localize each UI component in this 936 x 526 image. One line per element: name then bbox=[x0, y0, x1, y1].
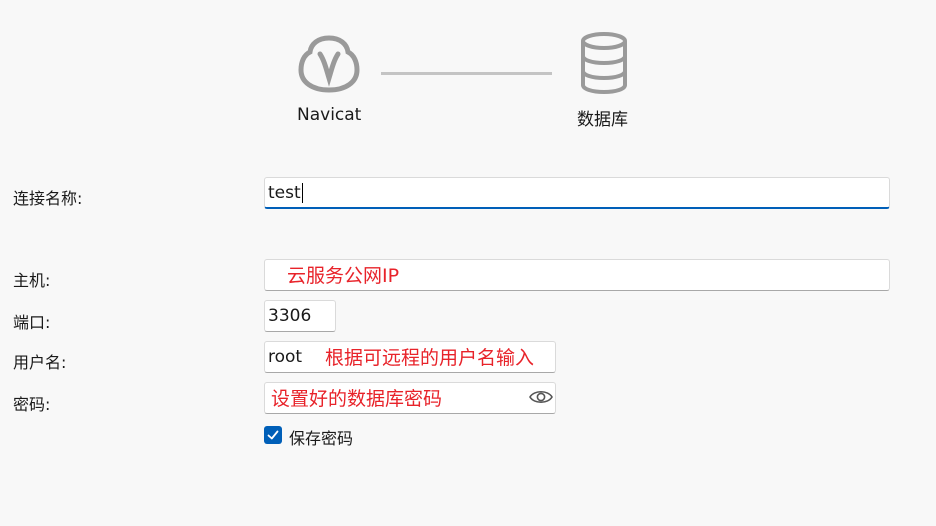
save-password-checkbox[interactable] bbox=[264, 426, 282, 444]
port-value: 3306 bbox=[268, 306, 312, 326]
host-label: 主机: bbox=[13, 271, 51, 290]
host-annotation: 云服务公网IP bbox=[287, 265, 400, 287]
database-icon bbox=[581, 32, 627, 94]
password-annotation: 设置好的数据库密码 bbox=[271, 388, 443, 410]
port-input[interactable]: 3306 bbox=[264, 300, 336, 332]
checkmark-icon bbox=[267, 430, 279, 440]
source-caption: Navicat bbox=[297, 105, 362, 125]
target-caption: 数据库 bbox=[577, 110, 628, 130]
text-caret bbox=[301, 182, 303, 203]
connection-line bbox=[381, 72, 552, 75]
host-input[interactable]: 云服务公网IP bbox=[264, 259, 890, 291]
password-input[interactable]: 设置好的数据库密码 bbox=[264, 382, 556, 414]
username-annotation: 根据可远程的用户名输入 bbox=[325, 347, 535, 369]
connection-name-input[interactable]: test bbox=[264, 177, 890, 209]
password-label: 密码: bbox=[13, 395, 51, 414]
port-label: 端口: bbox=[13, 313, 51, 332]
save-password-label[interactable]: 保存密码 bbox=[289, 425, 353, 449]
connection-name-value: test bbox=[268, 182, 301, 203]
username-value: root bbox=[268, 347, 303, 367]
username-input[interactable]: root 根据可远程的用户名输入 bbox=[264, 341, 556, 373]
connection-name-label: 连接名称: bbox=[13, 189, 83, 208]
username-label: 用户名: bbox=[13, 353, 67, 372]
navicat-logo-icon bbox=[298, 35, 360, 93]
eye-icon[interactable] bbox=[529, 387, 553, 407]
connection-dialog: Navicat 数据库 连接名称: test 主机: 云服务公网IP 端口: 3… bbox=[0, 0, 936, 526]
